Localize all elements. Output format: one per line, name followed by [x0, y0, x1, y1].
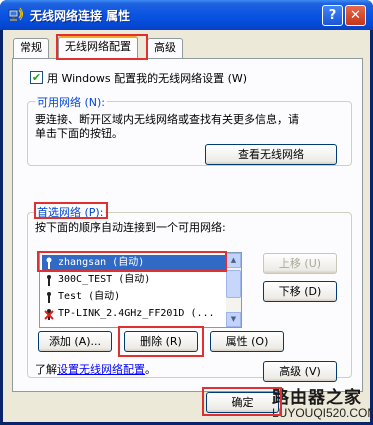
tab-panel: ✔ 用 Windows 配置我的无线网络设置 (W) 可用网络 (N): 要连接…	[12, 58, 363, 392]
learn-more-suffix: 。	[145, 363, 156, 376]
site-watermark: 路由器之家 LUYOUQI520.COM	[268, 380, 373, 425]
tab-wireless-networks[interactable]: 无线网络配置	[58, 36, 138, 59]
wireless-unavailable-icon	[44, 309, 54, 320]
close-button[interactable]: ✕	[345, 5, 366, 26]
advanced-button[interactable]: 高级 (V)	[263, 361, 337, 382]
list-item[interactable]: Test (自动)	[42, 289, 226, 306]
title-bar[interactable]: 无线网络连接 属性 ? ✕	[0, 0, 373, 30]
scroll-down-icon[interactable]: ▼	[226, 312, 241, 327]
list-scrollbar[interactable]: ▲ ▼	[226, 253, 241, 327]
dialog-body: 常规 无线网络配置 高级 ✔ 用 Windows 配置我的无线网络设置 (W) …	[3, 30, 370, 422]
watermark-url: LUYOUQI520.COM	[272, 406, 373, 420]
available-networks-title: 可用网络 (N):	[35, 94, 108, 110]
watermark-title: 路由器之家	[272, 388, 362, 408]
list-item[interactable]: TP-LINK_2.4GHz_FF201D (...	[42, 306, 226, 323]
add-button[interactable]: 添加 (A)...	[38, 331, 112, 352]
preferred-network-list[interactable]: zhangsan (自动) 300C_TEST (自动) Test (自动) T…	[39, 252, 242, 328]
properties-button[interactable]: 属性 (O)	[210, 331, 284, 352]
help-button[interactable]: ?	[322, 5, 343, 26]
use-windows-checkbox[interactable]: ✔	[30, 71, 43, 84]
learn-more-text: 了解设置无线网络配置。	[35, 361, 156, 377]
wireless-antenna-icon	[47, 292, 51, 303]
view-wireless-networks-button[interactable]: 查看无线网络	[205, 144, 337, 165]
preferred-networks-title: 首选网络 (P):	[35, 204, 106, 220]
learn-more-link[interactable]: 设置无线网络配置	[57, 363, 145, 376]
tab-advanced[interactable]: 高级	[147, 38, 183, 58]
scroll-up-icon[interactable]: ▲	[226, 253, 241, 268]
wireless-antenna-icon	[47, 275, 51, 286]
scroll-thumb[interactable]	[226, 270, 241, 298]
wireless-antenna-icon	[46, 257, 52, 269]
use-windows-label: 用 Windows 配置我的无线网络设置 (W)	[47, 72, 248, 85]
preferred-description: 按下面的顺序自动连接到一个可用网络:	[35, 221, 226, 234]
move-up-button[interactable]: 上移 (U)	[263, 253, 337, 274]
available-description-line2: 单击下面的按钮。	[35, 127, 123, 140]
network-connection-icon	[8, 7, 23, 21]
list-item[interactable]: 300C_TEST (自动)	[42, 272, 226, 289]
move-down-button[interactable]: 下移 (D)	[263, 281, 337, 302]
list-item[interactable]: zhangsan (自动)	[42, 255, 226, 272]
window-title: 无线网络连接 属性	[30, 9, 131, 23]
properties-dialog: 无线网络连接 属性 ? ✕ 常规 无线网络配置 高级 ✔ 用 Windows 配…	[0, 0, 373, 425]
tab-general[interactable]: 常规	[13, 38, 49, 58]
learn-more-prefix: 了解	[35, 363, 57, 376]
remove-button[interactable]: 删除 (R)	[124, 331, 198, 352]
